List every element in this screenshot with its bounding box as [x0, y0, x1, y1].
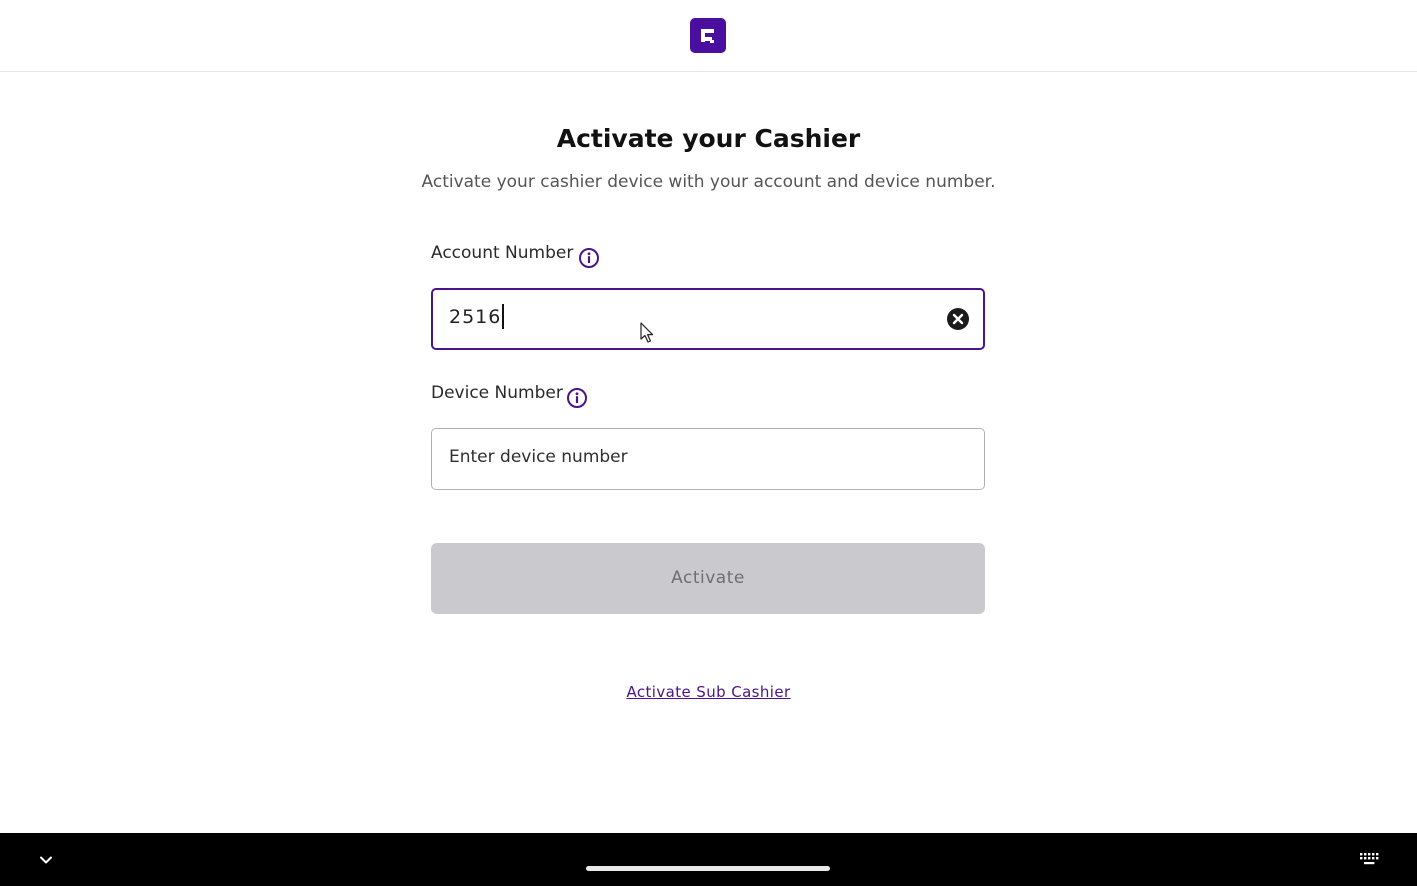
keyboard-icon[interactable] [1359, 852, 1379, 866]
account-number-label: Account Number [431, 243, 574, 263]
page-subtitle: Activate your cashier device with your a… [421, 172, 996, 192]
system-navigation-bar [0, 833, 1417, 886]
chevron-down-icon[interactable] [38, 852, 54, 868]
device-number-placeholder: Enter device number [449, 447, 628, 467]
top-header [0, 0, 1417, 72]
page-title: Activate your Cashier [556, 124, 861, 153]
account-number-value: 2516 [449, 303, 505, 329]
activate-button[interactable]: Activate [431, 543, 985, 614]
activate-sub-cashier-link[interactable]: Activate Sub Cashier [0, 683, 1417, 701]
brand-logo-icon [690, 18, 726, 53]
account-info-icon[interactable] [578, 247, 600, 269]
device-number-label: Device Number [431, 383, 563, 403]
device-info-icon[interactable] [566, 387, 588, 409]
mouse-pointer-icon [640, 322, 654, 343]
device-number-input[interactable]: Enter device number [431, 428, 985, 490]
home-gesture-bar[interactable] [586, 866, 830, 871]
clear-icon[interactable] [947, 308, 969, 330]
account-number-input[interactable]: 2516 [431, 288, 985, 350]
text-caret [502, 303, 505, 329]
